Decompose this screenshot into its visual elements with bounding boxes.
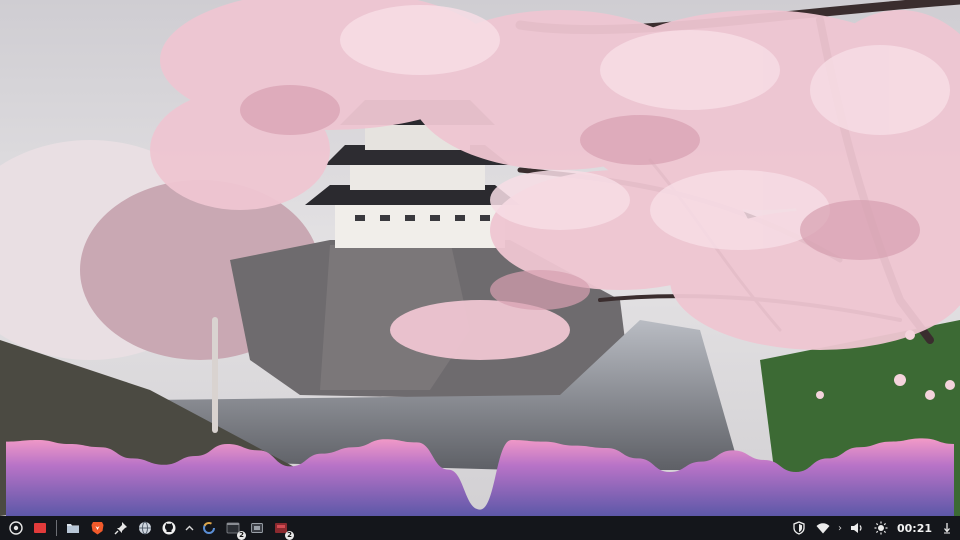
red-app-button[interactable]: 2: [272, 519, 294, 540]
speaker-icon: [850, 523, 862, 533]
github-icon: [162, 521, 176, 535]
clock[interactable]: 00:21: [897, 522, 932, 535]
wifi-button[interactable]: [814, 519, 832, 537]
show-desktop-button[interactable]: [31, 519, 49, 537]
notifications-button[interactable]: [941, 519, 953, 537]
terminal-window-button[interactable]: 2: [224, 519, 246, 540]
system-tray: › 00:21: [787, 516, 956, 540]
brave-browser-icon: [91, 522, 103, 535]
file-manager-button[interactable]: [64, 519, 82, 537]
file-manager-icon: [67, 524, 79, 533]
volume-button[interactable]: [848, 519, 866, 537]
taskbar-separator: [56, 520, 57, 536]
shield-icon: [793, 521, 805, 535]
app-window-button[interactable]: [248, 519, 266, 537]
tray-chevron-icon[interactable]: ›: [838, 523, 842, 534]
chevron-up-icon: [185, 525, 193, 531]
app-window-icon: [251, 523, 263, 533]
tray-expand-button[interactable]: [184, 519, 194, 537]
visualizer-waveform: [6, 438, 954, 516]
download-arrow-icon: [944, 523, 950, 534]
loading-ring-icon: [203, 522, 215, 534]
launcher-button[interactable]: [7, 519, 25, 537]
network-globe-button[interactable]: [136, 519, 154, 537]
github-button[interactable]: [160, 519, 178, 537]
taskbar-left: 2 2: [4, 516, 294, 540]
pin-app-icon: [114, 522, 127, 535]
pin-app-button[interactable]: [112, 519, 130, 537]
show-desktop-icon: [34, 523, 46, 533]
taskbar: 2 2 › 00:21: [0, 516, 960, 540]
brightness-sun-icon: [874, 521, 888, 535]
loading-ring-button[interactable]: [200, 519, 218, 537]
window-count-badge: 2: [285, 531, 294, 540]
wifi-icon: [816, 522, 830, 533]
brave-browser-button[interactable]: [88, 519, 106, 537]
brightness-button[interactable]: [872, 519, 890, 537]
audio-visualizer: [0, 430, 960, 516]
vpn-shield-button[interactable]: [790, 519, 808, 537]
network-globe-icon: [139, 521, 151, 535]
window-count-badge: 2: [237, 531, 246, 540]
launcher-icon: [9, 521, 23, 535]
visualizer-wave: [6, 438, 954, 516]
